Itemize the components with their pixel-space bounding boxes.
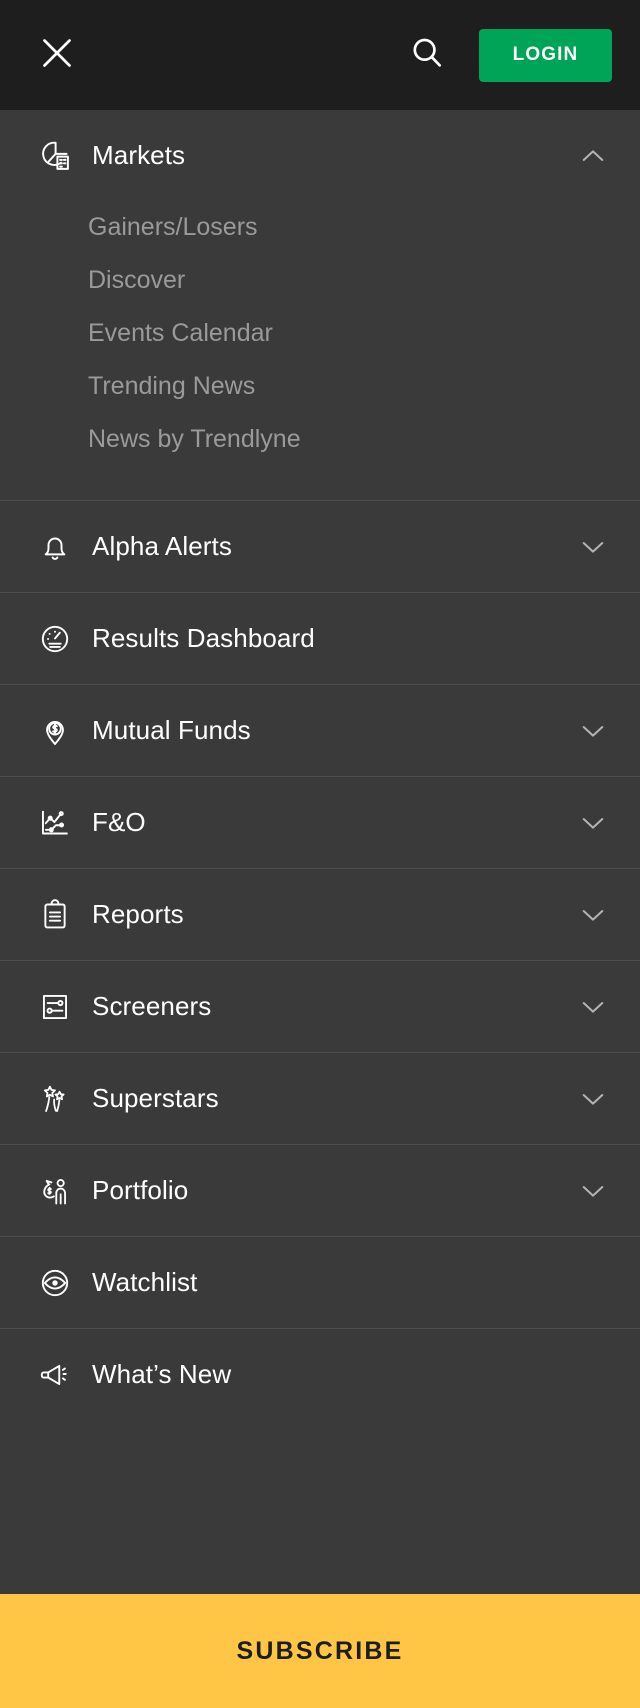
nav-group-reports: Reports bbox=[0, 868, 640, 960]
nav-item-alpha-alerts[interactable]: Alpha Alerts bbox=[0, 501, 640, 592]
nav-item-reports[interactable]: Reports bbox=[0, 869, 640, 960]
nav-group-alpha-alerts: Alpha Alerts bbox=[0, 500, 640, 592]
bell-icon bbox=[34, 526, 76, 568]
nav-item-label: Markets bbox=[92, 140, 186, 171]
nav-item-label: F&O bbox=[92, 807, 146, 838]
nav-group-mutual-funds: Mutual Funds bbox=[0, 684, 640, 776]
nav-group-watchlist: Watchlist bbox=[0, 1236, 640, 1328]
nav-item-label: Results Dashboard bbox=[92, 623, 315, 654]
nav-group-markets: Markets Gainers/Losers Discover Events C… bbox=[0, 110, 640, 500]
nav-item-whats-new[interactable]: What’s New bbox=[0, 1329, 640, 1420]
nav-group-whats-new: What’s New bbox=[0, 1328, 640, 1420]
nav-item-label: What’s New bbox=[92, 1359, 232, 1390]
submenu-item-discover[interactable]: Discover bbox=[0, 254, 640, 307]
chevron-down-icon[interactable] bbox=[576, 1174, 610, 1208]
chevron-down-icon[interactable] bbox=[576, 714, 610, 748]
nav-item-results-dashboard[interactable]: Results Dashboard bbox=[0, 593, 640, 684]
eye-icon bbox=[34, 1262, 76, 1304]
sparkler-stars-icon bbox=[34, 1078, 76, 1120]
chevron-down-icon[interactable] bbox=[576, 1082, 610, 1116]
nav-group-screeners: Screeners bbox=[0, 960, 640, 1052]
search-button[interactable] bbox=[403, 31, 451, 79]
nav-item-watchlist[interactable]: Watchlist bbox=[0, 1237, 640, 1328]
nav-item-mutual-funds[interactable]: Mutual Funds bbox=[0, 685, 640, 776]
submenu-item-trending-news[interactable]: Trending News bbox=[0, 360, 640, 413]
nav-group-portfolio: Portfolio bbox=[0, 1144, 640, 1236]
submenu-item-events-calendar[interactable]: Events Calendar bbox=[0, 307, 640, 360]
line-chart-icon bbox=[34, 802, 76, 844]
dollar-pin-icon bbox=[34, 710, 76, 752]
nav-item-fno[interactable]: F&O bbox=[0, 777, 640, 868]
mobile-nav-drawer: LOGIN Markets Gainers/Losers Discover Ev… bbox=[0, 0, 640, 1708]
nav-group-results-dashboard: Results Dashboard bbox=[0, 592, 640, 684]
chevron-down-icon[interactable] bbox=[576, 990, 610, 1024]
nav-item-label: Screeners bbox=[92, 991, 212, 1022]
nav-item-superstars[interactable]: Superstars bbox=[0, 1053, 640, 1144]
submenu-item-gainers-losers[interactable]: Gainers/Losers bbox=[0, 201, 640, 254]
close-button[interactable] bbox=[34, 32, 80, 78]
nav-item-label: Alpha Alerts bbox=[92, 531, 232, 562]
nav-item-label: Watchlist bbox=[92, 1267, 198, 1298]
subscribe-button[interactable]: SUBSCRIBE bbox=[0, 1594, 640, 1708]
search-icon bbox=[408, 34, 446, 77]
submenu-item-news-by-trendlyne[interactable]: News by Trendlyne bbox=[0, 413, 640, 466]
subscribe-label: SUBSCRIBE bbox=[236, 1636, 404, 1665]
gauge-icon bbox=[34, 618, 76, 660]
nav-group-fno: F&O bbox=[0, 776, 640, 868]
nav-item-portfolio[interactable]: Portfolio bbox=[0, 1145, 640, 1236]
chevron-down-icon[interactable] bbox=[576, 530, 610, 564]
nav-menu: Markets Gainers/Losers Discover Events C… bbox=[0, 110, 640, 1594]
nav-item-label: Mutual Funds bbox=[92, 715, 251, 746]
nav-group-superstars: Superstars bbox=[0, 1052, 640, 1144]
nav-item-screeners[interactable]: Screeners bbox=[0, 961, 640, 1052]
nav-item-markets[interactable]: Markets bbox=[0, 110, 640, 201]
clipboard-icon bbox=[34, 894, 76, 936]
close-icon bbox=[37, 33, 77, 78]
money-bag-person-icon bbox=[34, 1170, 76, 1212]
chevron-down-icon[interactable] bbox=[576, 898, 610, 932]
megaphone-icon bbox=[34, 1354, 76, 1396]
login-button[interactable]: LOGIN bbox=[479, 28, 612, 82]
submenu-markets: Gainers/Losers Discover Events Calendar … bbox=[0, 201, 640, 500]
filter-sliders-icon bbox=[34, 986, 76, 1028]
nav-item-label: Portfolio bbox=[92, 1175, 189, 1206]
nav-item-label: Reports bbox=[92, 899, 184, 930]
drawer-header: LOGIN bbox=[0, 0, 640, 110]
markets-icon bbox=[34, 135, 76, 177]
chevron-down-icon[interactable] bbox=[576, 806, 610, 840]
nav-item-label: Superstars bbox=[92, 1083, 219, 1114]
chevron-up-icon[interactable] bbox=[576, 139, 610, 173]
